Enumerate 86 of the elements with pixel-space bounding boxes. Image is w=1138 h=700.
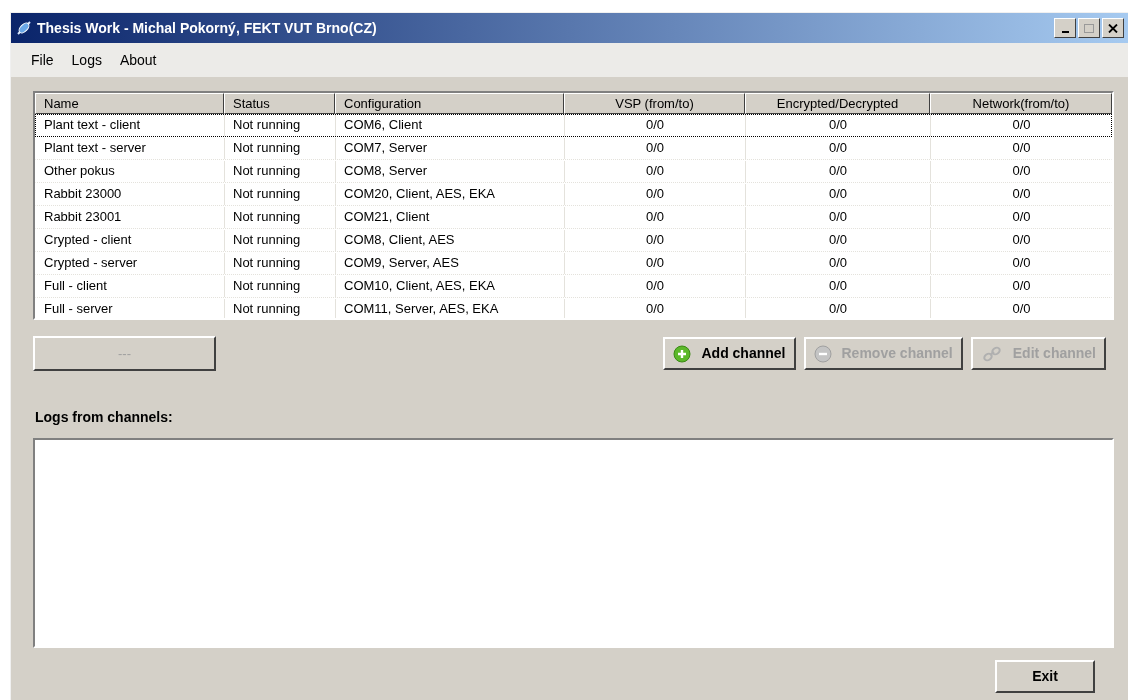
table-cell: Plant text - server (36, 138, 225, 159)
table-cell: 0/0 (931, 207, 1112, 228)
plug-icon (15, 19, 33, 37)
table-cell: 0/0 (746, 161, 931, 182)
plus-icon (673, 344, 692, 363)
table-cell: Plant text - client (36, 115, 225, 136)
table-cell: 0/0 (746, 253, 931, 274)
table-cell: 0/0 (746, 230, 931, 251)
table-cell: Not running (225, 276, 336, 297)
exit-button[interactable]: Exit (995, 660, 1095, 693)
table-row[interactable]: Crypted - client Not running COM8, Client, AES 0/0 0/0 0/0 (35, 229, 1112, 252)
table-cell: 0/0 (746, 138, 931, 159)
maximize-icon (1084, 23, 1094, 33)
table-row[interactable]: Crypted - server Not running COM9, Server, AES 0/0 0/0 0/0 (35, 252, 1112, 275)
table-cell: Rabbit 23000 (36, 184, 225, 205)
table-cell: Rabbit 23001 (36, 207, 225, 228)
table-row[interactable]: Other pokus Not running COM8, Server 0/0 0/0 0/0 (35, 160, 1112, 183)
column-header[interactable]: VSP (from/to) (564, 93, 745, 114)
close-icon (1108, 23, 1118, 33)
table-cell: 0/0 (931, 253, 1112, 274)
table-cell: COM6, Client (336, 115, 565, 136)
table-cell: COM20, Client, AES, EKA (336, 184, 565, 205)
minus-icon (813, 344, 832, 363)
table-cell: 0/0 (746, 276, 931, 297)
table-cell: 0/0 (931, 184, 1112, 205)
chain-icon (980, 344, 1003, 363)
table-cell: Not running (225, 184, 336, 205)
table-cell: Not running (225, 138, 336, 159)
column-header[interactable]: Configuration (335, 93, 564, 114)
table-row[interactable]: Rabbit 23001 Not running COM21, Client 0/0 0/0 0/0 (35, 206, 1112, 229)
table-cell: Not running (225, 230, 336, 251)
table-cell: Not running (225, 299, 336, 318)
table-cell: 0/0 (931, 276, 1112, 297)
table-cell: COM21, Client (336, 207, 565, 228)
table-cell: 0/0 (565, 253, 746, 274)
table-cell: Crypted - client (36, 230, 225, 251)
minimize-button[interactable] (1054, 18, 1076, 38)
table-cell: Crypted - server (36, 253, 225, 274)
table-cell: 0/0 (931, 230, 1112, 251)
table-cell: Not running (225, 115, 336, 136)
column-header[interactable]: Network(from/to) (930, 93, 1112, 114)
table-cell: 0/0 (565, 207, 746, 228)
table-cell: COM11, Server, AES, EKA (336, 299, 565, 318)
column-header[interactable]: Name (35, 93, 224, 114)
table-cell: 0/0 (746, 115, 931, 136)
table-cell: 0/0 (565, 115, 746, 136)
table-cell: 0/0 (931, 299, 1112, 318)
table-cell: Full - client (36, 276, 225, 297)
column-header[interactable]: Encrypted/Decrypted (745, 93, 930, 114)
menu-item[interactable]: About (113, 49, 163, 71)
table-row[interactable]: Rabbit 23000 Not running COM20, Client, AES, EKA 0/0 0/0 0/0 (35, 183, 1112, 206)
close-button[interactable] (1102, 18, 1124, 38)
table-cell: Full - server (36, 299, 225, 318)
window-title: Thesis Work - Michal Pokorný, FEKT VUT Brno(CZ) (37, 18, 377, 38)
table-cell: COM9, Server, AES (336, 253, 565, 274)
table-cell: Not running (225, 253, 336, 274)
table-cell: 0/0 (746, 299, 931, 318)
table-cell: COM10, Client, AES, EKA (336, 276, 565, 297)
menu-item[interactable]: Logs (65, 49, 108, 71)
table-cell: 0/0 (931, 138, 1112, 159)
maximize-button[interactable] (1078, 18, 1100, 38)
table-row[interactable]: Full - client Not running COM10, Client, AES, EKA 0/0 0/0 0/0 (35, 275, 1112, 298)
table-cell: Not running (225, 207, 336, 228)
table-cell: 0/0 (565, 276, 746, 297)
table-cell: 0/0 (565, 184, 746, 205)
menu-item[interactable]: File (25, 49, 60, 71)
table-cell: Not running (225, 161, 336, 182)
table-cell: 0/0 (565, 161, 746, 182)
table-cell: 0/0 (746, 207, 931, 228)
table-cell: COM8, Client, AES (336, 230, 565, 251)
table-cell: 0/0 (565, 230, 746, 251)
logs-label: Logs from channels: (34, 408, 174, 427)
minimize-icon (1061, 30, 1069, 33)
table-row[interactable]: Plant text - client Not running COM6, Client 0/0 0/0 0/0 (35, 114, 1112, 137)
table-cell: 0/0 (931, 115, 1112, 136)
table-cell: 0/0 (565, 299, 746, 318)
table-cell: 0/0 (746, 184, 931, 205)
table-cell: Other pokus (36, 161, 225, 182)
add-channel-button[interactable]: Add channel (663, 337, 796, 370)
table-cell: 0/0 (565, 138, 746, 159)
table-row[interactable]: Plant text - server Not running COM7, Server 0/0 0/0 0/0 (35, 137, 1112, 160)
table-cell: COM8, Server (336, 161, 565, 182)
column-header[interactable]: Status (224, 93, 335, 114)
table-cell: COM7, Server (336, 138, 565, 159)
table-cell: 0/0 (931, 161, 1112, 182)
table-row[interactable]: Full - server Not running COM11, Server, AES, EKA 0/0 0/0 0/0 (35, 298, 1112, 318)
